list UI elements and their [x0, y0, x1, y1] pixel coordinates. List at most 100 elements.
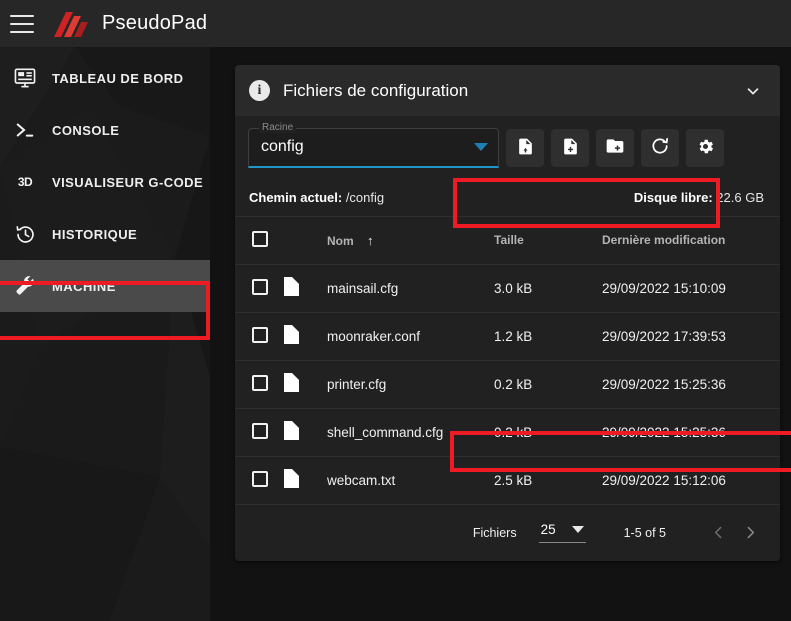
- card-toolbar: config Racine: [235, 116, 780, 179]
- select-all-checkbox[interactable]: [252, 230, 268, 247]
- row-checkbox-cell: [235, 456, 283, 505]
- app-root: PseudoPad TABLEAU DE BORD CONSOLE 3D VIS…: [0, 0, 791, 621]
- table-row[interactable]: shell_command.cfg 0.2 kB 29/09/2022 15:2…: [235, 408, 780, 457]
- items-per-page-value: 25: [540, 522, 556, 537]
- sidebar-item-historique[interactable]: HISTORIQUE: [0, 208, 210, 260]
- file-name[interactable]: webcam.txt: [315, 456, 494, 505]
- refresh-icon: [650, 136, 670, 159]
- file-size: 0.2 kB: [494, 360, 602, 409]
- file-name[interactable]: mainsail.cfg: [315, 264, 494, 313]
- column-header-modified-label: Dernière modification: [602, 233, 726, 248]
- new-folder-button[interactable]: [596, 128, 634, 167]
- table-row[interactable]: printer.cfg 0.2 kB 29/09/2022 15:25:36: [235, 360, 780, 409]
- file-icon: [284, 421, 299, 440]
- file-icon-cell: [283, 264, 315, 313]
- items-per-page-label: Fichiers: [472, 525, 517, 540]
- file-icon: [284, 277, 299, 296]
- file-modified: 29/09/2022 17:39:53: [602, 312, 780, 361]
- pagination-range: 1-5 of 5: [623, 525, 666, 540]
- items-per-page-select-box[interactable]: 25: [538, 522, 586, 543]
- sidebar-item-console[interactable]: CONSOLE: [0, 104, 210, 156]
- terminal-icon: [8, 115, 42, 145]
- settings-button[interactable]: [686, 128, 724, 167]
- column-header-name-label: Nom: [327, 233, 354, 248]
- free-disk-value: 22.6 GB: [716, 190, 764, 205]
- column-header-modified[interactable]: Dernière modification: [602, 217, 780, 265]
- file-modified: 29/09/2022 15:10:09: [602, 264, 780, 313]
- row-checkbox-cell: [235, 360, 283, 409]
- sidebar-item-visualiseur-g-code[interactable]: 3D VISUALISEUR G-CODE: [0, 156, 210, 208]
- table-row[interactable]: webcam.txt 2.5 kB 29/09/2022 15:12:06: [235, 456, 780, 505]
- file-icon-cell: [283, 360, 315, 409]
- free-disk: Disque libre: 22.6 GB: [634, 190, 764, 205]
- row-checkbox[interactable]: [252, 326, 268, 343]
- chevron-down-icon[interactable]: [738, 76, 768, 106]
- select-all-header: [235, 217, 283, 265]
- file-plus-icon: [561, 137, 580, 159]
- file-name[interactable]: printer.cfg: [315, 360, 494, 409]
- file-icon: [284, 325, 299, 344]
- files-table: Nom ↑ Taille Dernière modification mains…: [235, 217, 780, 505]
- sidebar-item-label: MACHINE: [52, 278, 116, 294]
- file-icon: [284, 373, 299, 392]
- next-page-button[interactable]: [734, 517, 766, 549]
- sidebar-nav: TABLEAU DE BORD CONSOLE 3D VISUALISEUR G…: [0, 47, 210, 312]
- column-header-size[interactable]: Taille: [494, 217, 602, 265]
- file-icon-cell: [283, 408, 315, 457]
- config-files-card: i Fichiers de configuration config Racin…: [235, 65, 780, 561]
- path-bar: Chemin actuel: /config Disque libre: 22.…: [235, 179, 780, 217]
- file-size: 3.0 kB: [494, 264, 602, 313]
- file-modified: 29/09/2022 15:25:36: [602, 360, 780, 409]
- history-icon: [8, 219, 42, 249]
- sidebar: TABLEAU DE BORD CONSOLE 3D VISUALISEUR G…: [0, 47, 210, 621]
- row-checkbox-cell: [235, 264, 283, 313]
- files-table-head: Nom ↑ Taille Dernière modification: [235, 217, 780, 265]
- row-checkbox[interactable]: [252, 278, 268, 295]
- triangle-down-icon: [474, 143, 488, 151]
- pseudopad-logo: [52, 9, 90, 39]
- row-checkbox[interactable]: [252, 422, 268, 439]
- table-row[interactable]: mainsail.cfg 3.0 kB 29/09/2022 15:10:09: [235, 264, 780, 313]
- previous-page-button[interactable]: [702, 517, 734, 549]
- refresh-button[interactable]: [641, 128, 679, 167]
- items-per-page-select[interactable]: 25: [538, 522, 586, 543]
- column-header-size-label: Taille: [494, 233, 524, 248]
- info-icon: i: [249, 80, 270, 101]
- row-checkbox[interactable]: [252, 374, 268, 391]
- file-size: 0.2 kB: [494, 408, 602, 457]
- row-checkbox-cell: [235, 312, 283, 361]
- file-modified: 29/09/2022 15:12:06: [602, 456, 780, 505]
- sidebar-item-tableau-de-bord[interactable]: TABLEAU DE BORD: [0, 52, 210, 104]
- sidebar-item-label: VISUALISEUR G-CODE: [52, 174, 204, 190]
- column-header-name[interactable]: Nom ↑: [315, 217, 494, 265]
- root-select[interactable]: config Racine: [248, 121, 499, 168]
- card-title: Fichiers de configuration: [283, 80, 469, 100]
- table-row[interactable]: moonraker.conf 1.2 kB 29/09/2022 17:39:5…: [235, 312, 780, 361]
- current-path: Chemin actuel: /config: [249, 190, 634, 205]
- file-name[interactable]: moonraker.conf: [315, 312, 494, 361]
- 3d-icon: 3D: [8, 167, 42, 197]
- wrench-icon: [8, 271, 42, 301]
- row-checkbox[interactable]: [252, 470, 268, 487]
- gear-icon: [696, 137, 715, 159]
- chevron-right-icon: [747, 526, 754, 539]
- current-path-label: Chemin actuel:: [249, 190, 343, 205]
- file-icon-cell: [283, 312, 315, 361]
- folder-plus-icon: [605, 136, 625, 159]
- app-title: PseudoPad: [102, 12, 208, 34]
- main-content: i Fichiers de configuration config Racin…: [210, 47, 791, 621]
- sidebar-item-label: HISTORIQUE: [52, 226, 138, 242]
- upload-file-button[interactable]: [506, 128, 544, 167]
- current-path-value: /config: [345, 190, 385, 205]
- row-checkbox-cell: [235, 408, 283, 457]
- free-disk-label: Disque libre:: [633, 190, 713, 205]
- sidebar-item-machine[interactable]: MACHINE: [0, 260, 210, 312]
- root-select-box[interactable]: config: [248, 127, 499, 168]
- root-select-value: config: [261, 138, 304, 155]
- hamburger-icon[interactable]: [10, 14, 34, 33]
- sidebar-item-label: CONSOLE: [52, 122, 120, 138]
- root-select-label: Racine: [259, 121, 297, 133]
- file-icon: [284, 469, 299, 488]
- file-name[interactable]: shell_command.cfg: [315, 408, 494, 457]
- new-file-button[interactable]: [551, 128, 589, 167]
